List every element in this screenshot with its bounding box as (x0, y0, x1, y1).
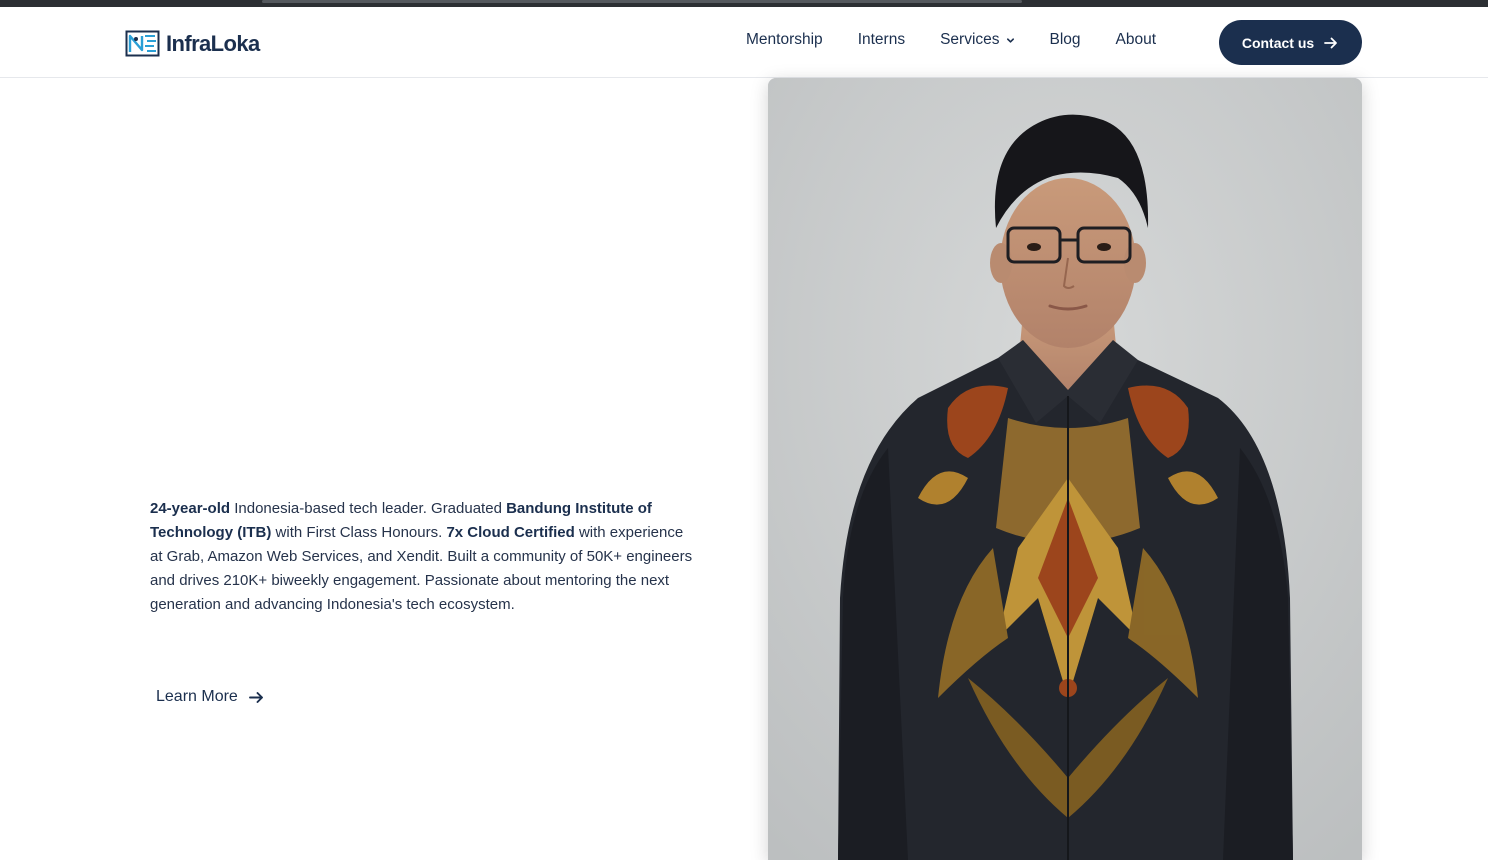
bio-text: with First Class Honours. (271, 524, 447, 541)
brand-logo-link[interactable]: InfraLoka (125, 30, 260, 57)
nav-item-label: Mentorship (746, 31, 823, 48)
nav-item-label: Interns (857, 31, 906, 48)
arrow-right-icon (248, 691, 263, 703)
contact-us-label: Contact us (1241, 34, 1315, 51)
infraloka-logo-icon (125, 30, 160, 57)
site-header: InfraLoka Mentorship Interns Services Bl… (0, 7, 1488, 78)
nav-item-services-dropdown[interactable]: Services (940, 31, 1014, 49)
chevron-down-icon (1006, 37, 1014, 43)
browser-top-strip (0, 0, 1488, 7)
nav-item-about[interactable]: About (1116, 31, 1157, 49)
arrow-right-icon (1324, 37, 1338, 48)
nav-item-label: Services (940, 31, 1000, 48)
page-scroll-indicator (262, 0, 1022, 3)
bio-highlight-certification: 7x Cloud Certified (446, 524, 575, 541)
bio-paragraph: 24-year-old Indonesia-based tech leader.… (150, 497, 695, 617)
brand-name: InfraLoka (166, 30, 260, 56)
bio-highlight-age: 24-year-old (150, 500, 231, 517)
nav-item-interns[interactable]: Interns (858, 31, 905, 49)
contact-us-button[interactable]: Contact us (1219, 20, 1362, 65)
nav-item-blog[interactable]: Blog (1050, 31, 1081, 49)
learn-more-link[interactable]: Learn More (156, 688, 265, 706)
nav-item-label: About (1115, 31, 1157, 48)
nav-item-label: Blog (1049, 31, 1081, 48)
bio-text: Indonesia-based tech leader. Graduated (230, 500, 507, 517)
main-nav: Mentorship Interns Services Blog About (746, 31, 1156, 49)
nav-item-mentorship[interactable]: Mentorship (746, 31, 823, 49)
portrait-photo (768, 78, 1362, 860)
learn-more-label: Learn More (156, 688, 238, 705)
